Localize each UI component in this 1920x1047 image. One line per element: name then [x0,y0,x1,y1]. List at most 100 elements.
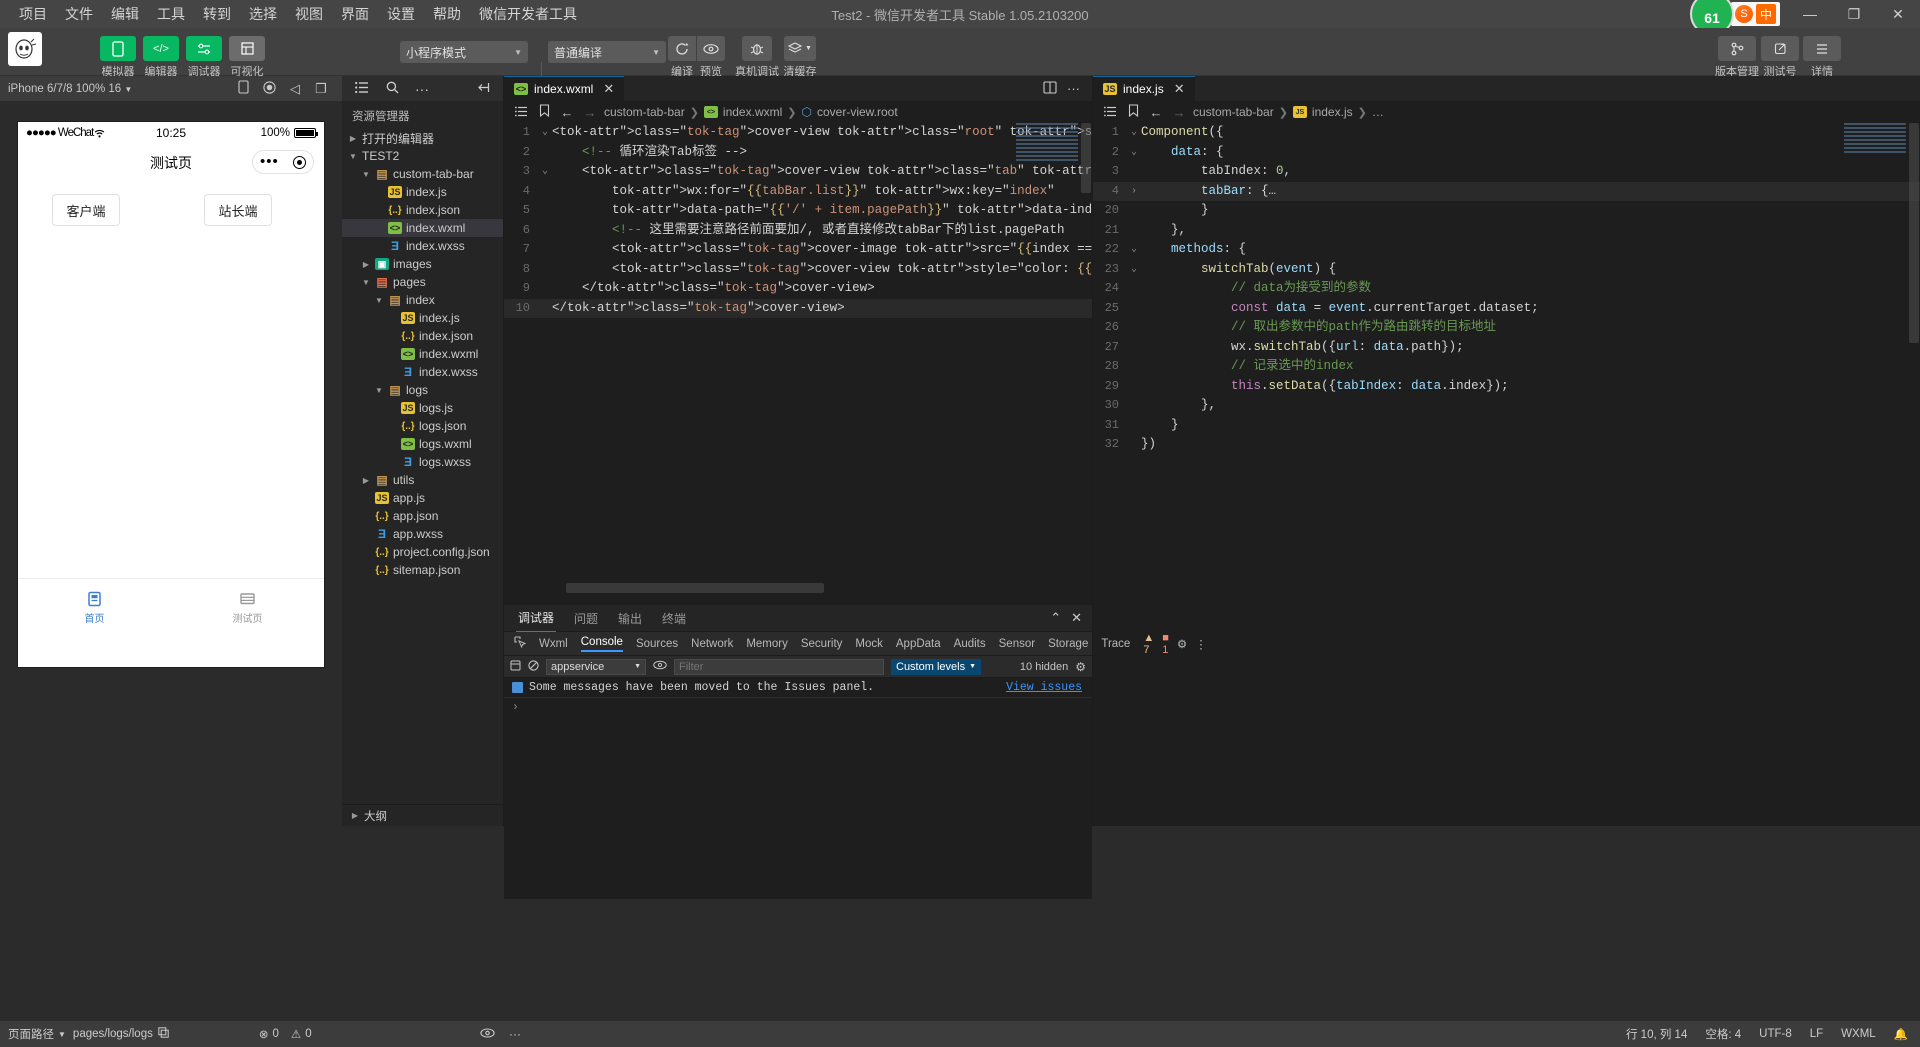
gear-icon[interactable]: ⚙ [1177,637,1187,651]
tree-item-logs[interactable]: ▼ ▤ logs [342,381,503,399]
close-button[interactable]: ✕ [1876,0,1920,28]
nav-back-icon[interactable]: ← [1147,105,1165,120]
devtools-tab-console[interactable]: Console [580,636,623,652]
code-line[interactable]: 30 }, [1093,396,1920,416]
devtools-tab-appdata[interactable]: AppData [896,638,941,650]
wxml-vertical-scrollbar[interactable] [1080,123,1092,581]
preview-button[interactable] [697,36,725,61]
tree-item-logs-wxml[interactable]: <> logs.wxml [342,435,503,453]
client-button[interactable]: 客户端 [52,194,120,226]
panel-tab-output[interactable]: 输出 [616,605,644,632]
menu-item-help[interactable]: 帮助 [424,1,470,27]
devtools-tab-trace[interactable]: Trace [1101,638,1130,650]
tree-item-index-json[interactable]: {..} index.json [342,327,503,345]
page-path-select[interactable]: 页面路径 ▼ [8,1026,66,1042]
menu-item-file[interactable]: 文件 [56,1,102,27]
details-button[interactable] [1803,36,1841,61]
devtools-tab-mock[interactable]: Mock [855,638,882,650]
test-account-button[interactable] [1761,36,1799,61]
code-line[interactable]: 2 <!-- 循环渲染Tab标签 --> [504,143,1092,163]
breadcrumb-folder[interactable]: custom-tab-bar [604,105,685,119]
fold-toggle-icon[interactable] [1127,357,1141,377]
tab-home[interactable]: 首页 [18,579,171,634]
more-icon[interactable]: ⋮ [1195,637,1207,651]
error-count-badge[interactable]: ■ 1 [1162,632,1169,656]
menu-item-select[interactable]: 选择 [240,1,286,27]
bell-icon[interactable]: 🔔 [1894,1027,1908,1041]
code-line[interactable]: 3 ⌄ <tok-attr">class="tok-tag">cover-view… [504,162,1092,182]
code-line[interactable]: 5 tok-attr">data-path="{{'/' + item.page… [504,201,1092,221]
console-eye-icon[interactable] [653,660,667,673]
split-editor-icon[interactable] [1043,80,1057,97]
code-line[interactable]: 26 // 取出参数中的path作为路由跳转的目标地址 [1093,318,1920,338]
tree-item-sitemap-json[interactable]: {..} sitemap.json [342,561,503,579]
project-root-row[interactable]: ▼ TEST2 [342,147,503,165]
view-issues-link[interactable]: View issues [1006,681,1082,694]
tree-item-pages[interactable]: ▼ ▤ pages [342,273,503,291]
code-line[interactable]: 22 ⌄ methods: { [1093,240,1920,260]
code-line[interactable]: 4 tok-attr">wx:for="{{tabBar.list}}" tok… [504,182,1092,202]
menu-item-interface[interactable]: 界面 [332,1,378,27]
breadcrumb-ellipsis[interactable]: … [1372,105,1384,119]
cursor-position[interactable]: 行 10, 列 14 [1626,1026,1687,1042]
version-control-button[interactable] [1718,36,1756,61]
code-line[interactable]: 25 const data = event.currentTarget.data… [1093,299,1920,319]
code-line[interactable]: 6 <!-- 这里需要注意路径前面要加/, 或者直接修改tabBar下的list… [504,221,1092,241]
editor-toggle-button[interactable]: </> [143,36,179,61]
open-editors-row[interactable]: ▶ 打开的编辑器 [342,129,503,147]
visualizer-toggle-button[interactable] [229,36,265,61]
code-line[interactable]: 2 ⌄ data: { [1093,143,1920,163]
js-vertical-scrollbar[interactable] [1908,123,1920,826]
fold-toggle-icon[interactable] [1127,221,1141,241]
language-mode[interactable]: WXML [1841,1028,1876,1040]
tree-item-index-js[interactable]: JS index.js [342,309,503,327]
rotate-device-icon[interactable] [230,80,256,97]
device-select[interactable]: iPhone 6/7/8 100% 16 ▼ [8,83,132,95]
code-line[interactable]: 4 › tabBar: {… [1093,181,1920,201]
encoding-setting[interactable]: UTF-8 [1759,1028,1792,1040]
code-line[interactable]: 29 this.setData({tabIndex: data.index}); [1093,377,1920,397]
inspect-element-icon[interactable] [514,636,527,651]
fold-toggle-icon[interactable] [538,221,552,241]
console-prompt[interactable]: › [504,698,1092,717]
code-line[interactable]: 32}) [1093,435,1920,455]
copy-icon[interactable] [158,1027,169,1041]
code-line[interactable]: 1 ⌄ <tok-attr">class="tok-tag">cover-view … [504,123,1092,143]
tab-testpage[interactable]: 测试页 [171,579,324,634]
bookmark-icon[interactable] [535,104,553,120]
compile-mode-select[interactable]: 普通编译 ▼ [548,41,666,63]
status-problems[interactable]: ⊗ 0 ⚠ 0 [229,1027,312,1041]
fold-toggle-icon[interactable] [1127,435,1141,455]
minimize-button[interactable]: — [1788,0,1832,28]
capsule-more-icon[interactable]: ••• [260,154,279,169]
code-line[interactable]: 3 tabIndex: 0, [1093,162,1920,182]
fold-toggle-icon[interactable]: ⌄ [1127,123,1141,143]
eye-icon[interactable] [480,1027,495,1041]
close-panel-icon[interactable]: ✕ [1071,610,1082,626]
code-line[interactable]: 24 // data为接受到的参数 [1093,279,1920,299]
record-icon[interactable] [256,80,282,97]
outline-list-icon[interactable] [512,105,530,120]
clear-console-icon[interactable] [510,660,521,674]
menu-item-devtools[interactable]: 微信开发者工具 [470,1,586,27]
console-levels-select[interactable]: Custom levels ▼ [891,658,982,675]
fold-toggle-icon[interactable]: ⌄ [538,123,552,143]
code-line[interactable]: 28 // 记录选中的index [1093,357,1920,377]
menu-item-settings[interactable]: 设置 [378,1,424,27]
menu-item-tools[interactable]: 工具 [148,1,194,27]
tree-item-index-wxss[interactable]: Ǝindex.wxss [342,363,503,381]
tree-item-logs-wxss[interactable]: Ǝlogs.wxss [342,453,503,471]
wechat-capsule[interactable]: ••• [252,150,314,174]
collapse-panel-icon[interactable]: ⌃ [1050,610,1061,626]
js-code-area[interactable]: 1 ⌄ Component({2 ⌄ data: {3 tabIndex: 0, 4 › … [1093,123,1920,813]
tab-index-js[interactable]: JS index.js ✕ [1093,76,1195,101]
tree-item-app-js[interactable]: JS app.js [342,489,503,507]
menu-item-edit[interactable]: 编辑 [102,1,148,27]
tree-item-app-json[interactable]: {..} app.json [342,507,503,525]
fold-toggle-icon[interactable] [538,279,552,299]
js-minimap[interactable] [1844,123,1906,155]
fold-toggle-icon[interactable]: ⌄ [1127,143,1141,163]
tree-item-utils[interactable]: ▶ ▤ utils [342,471,503,489]
tree-item-app-wxss[interactable]: Ǝapp.wxss [342,525,503,543]
warning-count-badge[interactable]: ▲ 7 [1143,632,1154,656]
